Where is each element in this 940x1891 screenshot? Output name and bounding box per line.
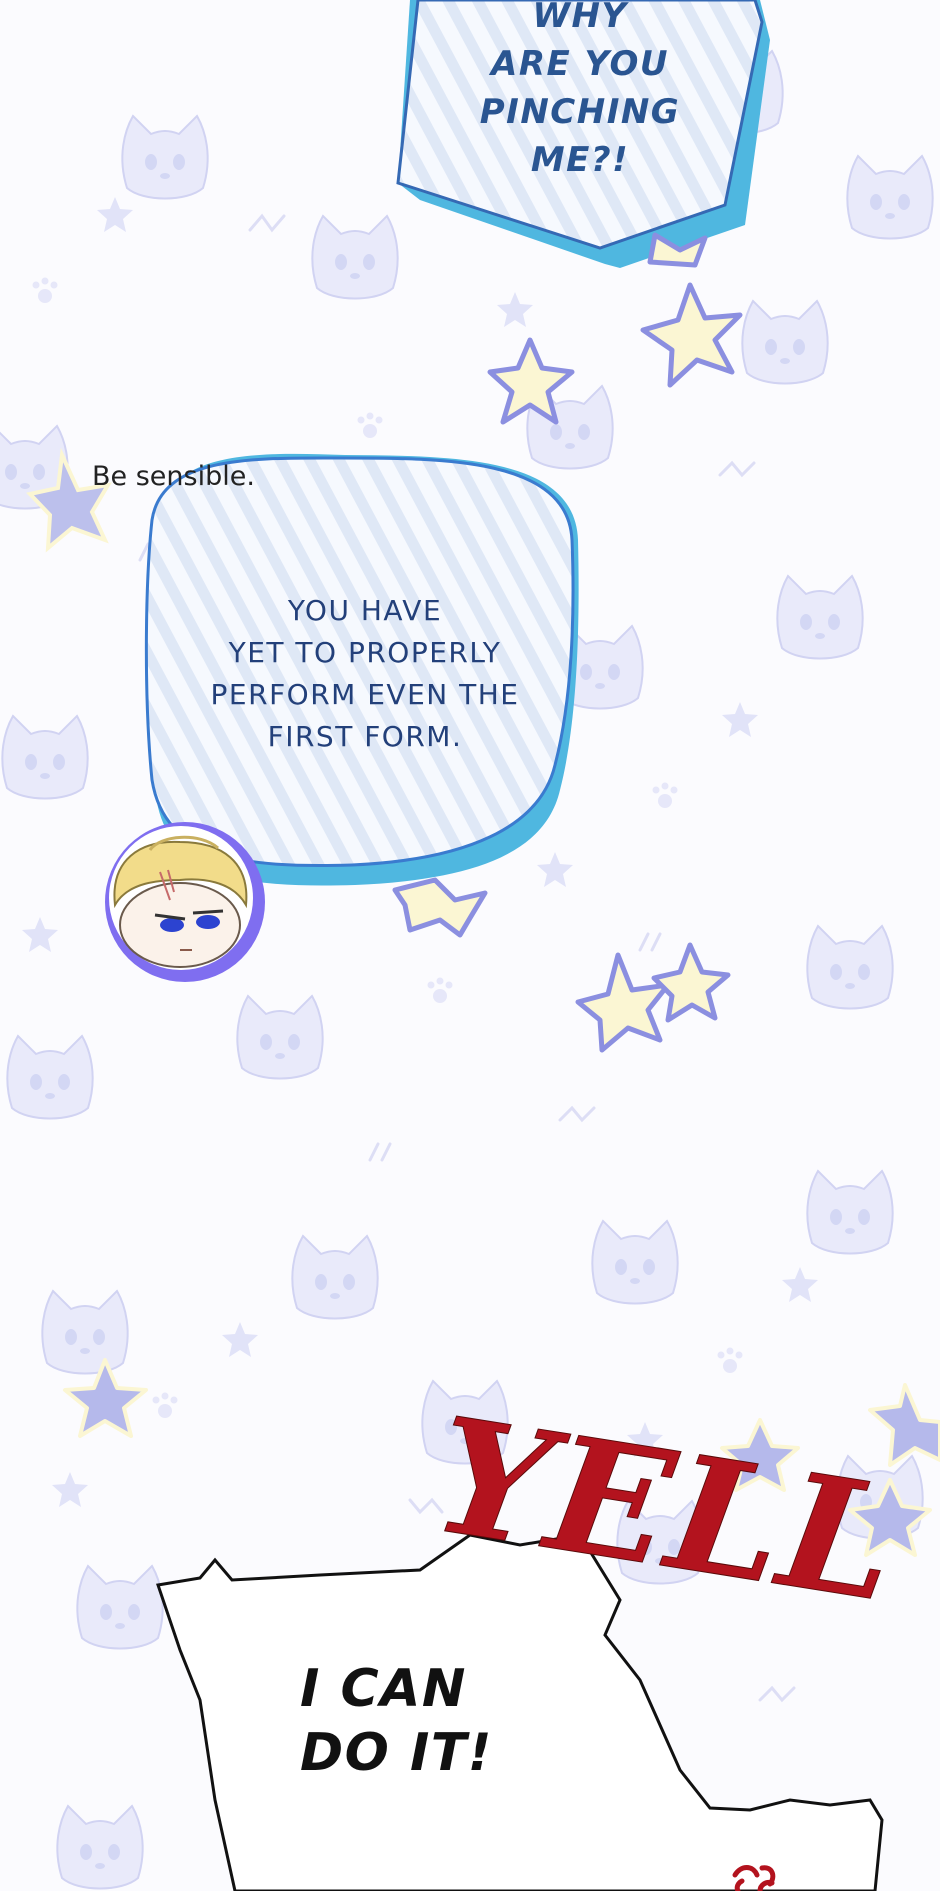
narration-text: Be sensible. bbox=[92, 461, 255, 492]
speech-bottom-text: I CAN DO IT! bbox=[300, 1657, 550, 1785]
speech-bottom-line: DO IT! bbox=[300, 1723, 494, 1783]
speech-middle-line: YOU HAVE bbox=[287, 594, 443, 627]
speech-top-line: ME?! bbox=[530, 140, 630, 180]
speech-top-line: WHY bbox=[532, 0, 628, 36]
speech-top-text: WHY ARE YOU PINCHING ME?! bbox=[445, 0, 715, 184]
decorative-stars-middle bbox=[392, 877, 731, 1053]
speech-middle-line: PERFORM EVEN THE bbox=[210, 678, 520, 711]
speech-middle-line: FIRST FORM. bbox=[267, 720, 463, 753]
speech-middle-text: YOU HAVE YET TO PROPERLY PERFORM EVEN TH… bbox=[190, 590, 540, 758]
speech-top-line: ARE YOU bbox=[491, 44, 669, 84]
chibi-character-avatar bbox=[105, 822, 265, 982]
speech-top-line: PINCHING bbox=[479, 92, 681, 132]
speech-middle-line: YET TO PROPERLY bbox=[228, 636, 502, 669]
speech-bottom-line: I CAN bbox=[300, 1659, 467, 1719]
